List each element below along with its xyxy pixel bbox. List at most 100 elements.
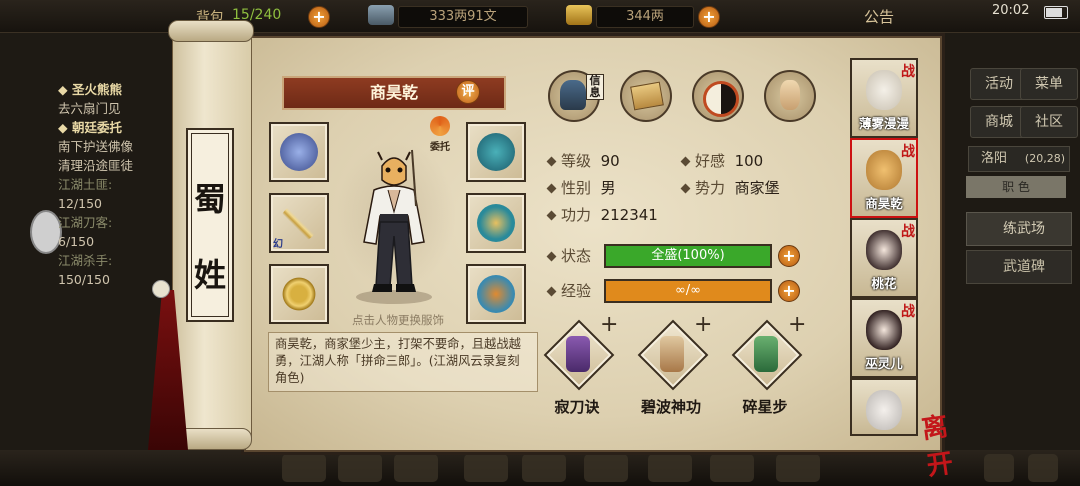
manual-icon[interactable] bbox=[620, 70, 672, 122]
training-icon[interactable] bbox=[764, 70, 816, 122]
location-bar[interactable]: 洛阳 (20,28) bbox=[968, 146, 1070, 172]
menu-community[interactable]: 社区 bbox=[1020, 106, 1078, 138]
leave-button[interactable]: 离开 bbox=[919, 403, 973, 482]
stat-level-value: 90 bbox=[600, 152, 620, 170]
exp-label: 经验 bbox=[546, 280, 592, 301]
party-member-3[interactable]: 战桃花 bbox=[850, 218, 918, 298]
quest-line: 南下护送佛像 bbox=[58, 139, 134, 154]
party-member-4[interactable]: 战巫灵儿 bbox=[850, 298, 918, 378]
entrust-icon bbox=[430, 116, 450, 136]
stat-faction-value: 商家堡 bbox=[734, 179, 780, 197]
equip-slot-ring[interactable] bbox=[269, 264, 329, 324]
scroll-icon bbox=[660, 336, 684, 372]
equip-slot-hat[interactable] bbox=[466, 122, 526, 182]
tassel-bead bbox=[152, 280, 170, 298]
bottom-menu-icon[interactable] bbox=[338, 454, 382, 482]
review-button[interactable]: 评 bbox=[456, 80, 480, 104]
equip-slot-boots[interactable] bbox=[466, 264, 526, 324]
stat-gender: 性别 男 bbox=[546, 177, 616, 198]
training-icon-art bbox=[780, 80, 800, 110]
stat-faction: 势力 商家堡 bbox=[680, 177, 780, 198]
exp-bar-text: ∞/∞ bbox=[674, 283, 702, 298]
party-member-name: 商昊乾 bbox=[865, 196, 903, 211]
status-label: 状态 bbox=[546, 245, 592, 266]
bottom-menu-icon[interactable] bbox=[394, 454, 438, 482]
status-label-text: 状态 bbox=[561, 247, 592, 265]
stat-power-value: 212341 bbox=[600, 206, 658, 224]
quest-line: 6/150 bbox=[58, 234, 95, 249]
taichi-icon-art bbox=[703, 81, 739, 117]
skill-add-3[interactable]: + bbox=[788, 312, 806, 337]
scroll-icon bbox=[566, 336, 590, 372]
quest-line: 江湖土匪: bbox=[58, 177, 113, 192]
party-member-1[interactable]: 战薄雾漫漫 bbox=[850, 58, 918, 138]
scroll-rod-top bbox=[168, 20, 254, 42]
notice-button[interactable]: 公告 bbox=[864, 6, 894, 27]
info-icon-art bbox=[560, 80, 586, 110]
equip-slot-armor[interactable] bbox=[466, 193, 526, 253]
status-add-button[interactable]: + bbox=[778, 245, 800, 267]
stat-faction-label: 势力 bbox=[695, 179, 726, 197]
status-bar: 全盛(100%) bbox=[604, 244, 772, 268]
scroll-char-1: 蜀 bbox=[193, 180, 226, 218]
party-member-name: 桃花 bbox=[871, 276, 897, 291]
bottom-menu-icon[interactable] bbox=[584, 454, 628, 482]
stat-favor-value: 100 bbox=[734, 152, 764, 170]
equip-slot-weapon[interactable]: 幻 bbox=[269, 193, 329, 253]
battery-icon bbox=[1044, 6, 1068, 19]
role-tab[interactable]: 职 色 bbox=[966, 176, 1066, 198]
bottom-menu-icon[interactable] bbox=[1028, 454, 1058, 482]
avatar bbox=[866, 390, 902, 430]
battle-badge: 战 bbox=[901, 144, 915, 160]
bottom-menu-icon[interactable] bbox=[984, 454, 1014, 482]
exp-add-button[interactable]: + bbox=[778, 280, 800, 302]
avatar bbox=[866, 310, 902, 350]
illusion-badge: 幻 bbox=[273, 239, 283, 250]
stat-level: 等级 90 bbox=[546, 150, 620, 171]
stat-gender-label: 性别 bbox=[561, 179, 592, 197]
bottom-menu-icon[interactable] bbox=[522, 454, 566, 482]
bottom-menu-icon[interactable] bbox=[648, 454, 692, 482]
info-icon[interactable]: 信息 bbox=[548, 70, 604, 122]
bottom-menu-icon[interactable] bbox=[776, 454, 820, 482]
gold-value: 344两 bbox=[596, 6, 694, 28]
party-member-name: 巫灵儿 bbox=[865, 356, 903, 371]
character-bio: 商昊乾，商家堡少主，打架不要命，且越战越勇，江湖人称「拼命三郎」。(江湖风云录复… bbox=[268, 332, 538, 392]
gold-icon bbox=[566, 5, 592, 25]
bottom-menu-icon[interactable] bbox=[282, 454, 326, 482]
stat-gender-value: 男 bbox=[600, 179, 616, 197]
stat-favor: 好感 100 bbox=[680, 150, 764, 171]
gold-add-button[interactable]: + bbox=[698, 6, 720, 28]
scroll-char-2: 姓 bbox=[193, 256, 226, 294]
stat-level-label: 等级 bbox=[561, 152, 592, 170]
menu-main[interactable]: 菜单 bbox=[1020, 68, 1078, 100]
equip-slot-head[interactable] bbox=[269, 122, 329, 182]
silver-icon bbox=[368, 5, 394, 25]
silver-value: 333两91文 bbox=[398, 6, 528, 28]
top-bar: 背包 15/240 + 333两91文 344两 + 公告 20:02 bbox=[0, 0, 1080, 33]
bottom-menu-icon[interactable] bbox=[464, 454, 508, 482]
skill-add-1[interactable]: + bbox=[600, 312, 618, 337]
avatar bbox=[866, 230, 902, 270]
list-martial-stele[interactable]: 武道碑 bbox=[966, 250, 1072, 284]
quest-line: 清理沿途匪徒 bbox=[58, 158, 134, 173]
quest-line: ◆ 朝廷委托 bbox=[58, 120, 122, 135]
quest-line: 12/150 bbox=[58, 196, 102, 211]
list-training-ground-label: 练武场 bbox=[1003, 221, 1045, 237]
party-member-2[interactable]: 战商昊乾 bbox=[850, 138, 918, 218]
quest-line: 去六扇门见 bbox=[58, 101, 121, 116]
skill-add-2[interactable]: + bbox=[694, 312, 712, 337]
character-figure[interactable] bbox=[352, 146, 436, 300]
exp-label-text: 经验 bbox=[561, 282, 592, 300]
location-coords: (20,28) bbox=[1024, 152, 1065, 165]
bottom-menu-icon[interactable] bbox=[710, 454, 754, 482]
location-name: 洛阳 bbox=[981, 151, 1008, 166]
party-member-5[interactable] bbox=[850, 378, 918, 436]
bag-add-button[interactable]: + bbox=[308, 6, 330, 28]
stat-power-label: 功力 bbox=[561, 206, 592, 224]
exp-bar: ∞/∞ bbox=[604, 279, 772, 303]
list-training-ground[interactable]: 练武场 bbox=[966, 212, 1072, 246]
skill-name-3: 碎星步 bbox=[742, 398, 788, 416]
quest-panel: ◆ 圣火熊熊 去六扇门见 ◆ 朝廷委托 南下护送佛像 清理沿途匪徒 江湖土匪: 12/150… bbox=[58, 80, 170, 300]
taichi-icon[interactable] bbox=[692, 70, 744, 122]
